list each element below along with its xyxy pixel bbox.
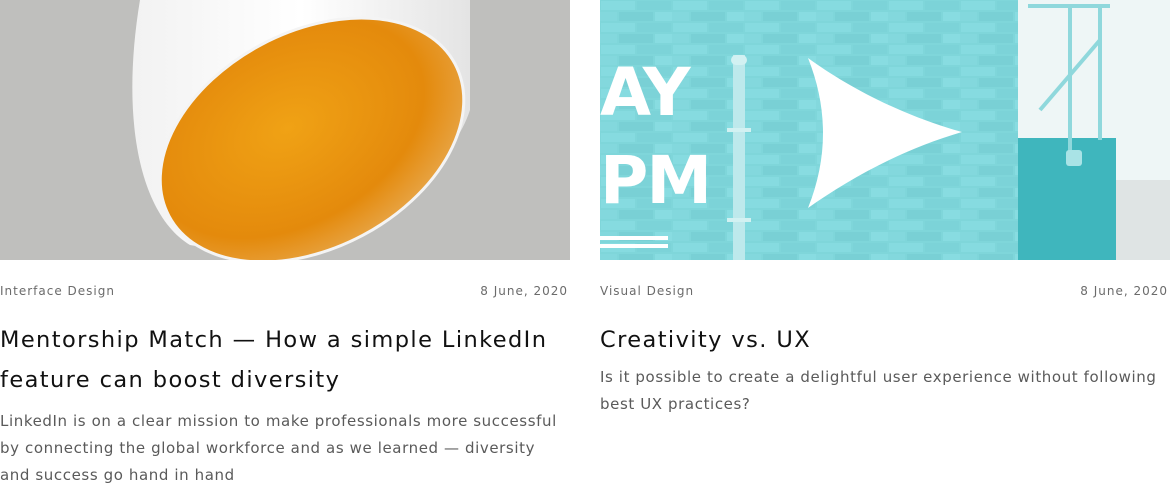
- post-excerpt: Is it possible to create a delightful us…: [600, 368, 1157, 413]
- post-category[interactable]: Visual Design: [600, 284, 694, 298]
- wall-text-pm: PM: [600, 142, 710, 219]
- blog-card[interactable]: AY PM Visual Design 8 June, 2020 Creativ…: [600, 0, 1170, 418]
- post-date: 8 June, 2020: [480, 284, 568, 298]
- post-date: 8 June, 2020: [1080, 284, 1168, 298]
- lamp-image: [0, 0, 570, 260]
- post-excerpt: LinkedIn is on a clear mission to make p…: [0, 412, 557, 484]
- post-thumbnail-lamp[interactable]: [0, 0, 570, 260]
- post-title[interactable]: Creativity vs. UX: [600, 320, 1170, 360]
- wall-text-ay: AY: [600, 54, 692, 131]
- post-thumbnail-wall[interactable]: AY PM: [600, 0, 1170, 260]
- post-category[interactable]: Interface Design: [0, 284, 115, 298]
- post-title[interactable]: Mentorship Match — How a simple LinkedIn…: [0, 320, 570, 400]
- brick-wall-image: AY PM: [600, 0, 1170, 260]
- blog-card[interactable]: Interface Design 8 June, 2020 Mentorship…: [0, 0, 570, 489]
